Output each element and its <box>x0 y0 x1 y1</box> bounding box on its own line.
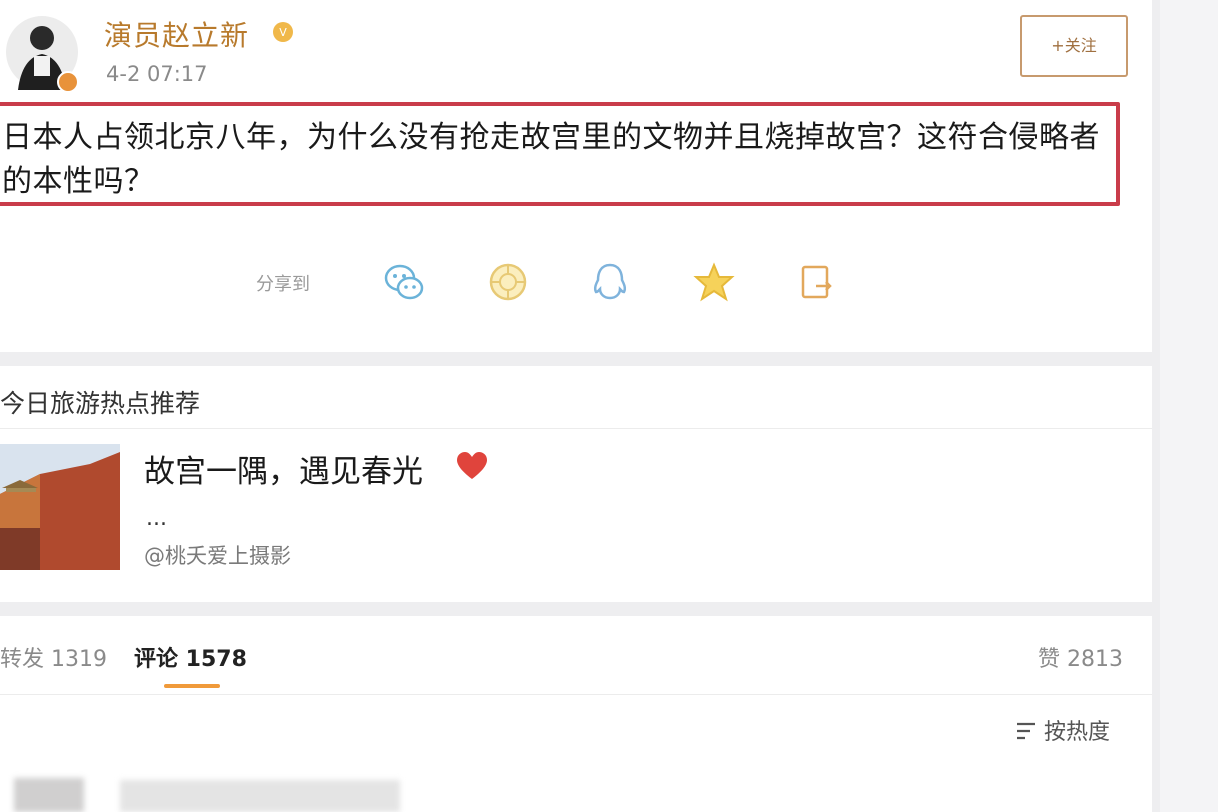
avatar[interactable] <box>4 10 80 94</box>
tab-comments[interactable]: 评论 1578 <box>134 641 247 673</box>
blurred-comment <box>120 780 400 812</box>
post-card: 演员赵立新 V 4-2 07:17 +关注 日本人占领北京八年，为什么没有抢走故… <box>0 0 1152 352</box>
divider <box>0 694 1152 695</box>
share-label: 分享到 <box>256 274 310 295</box>
username[interactable]: 演员赵立新 <box>104 14 249 54</box>
active-tab-indicator <box>164 684 220 688</box>
qq-icon[interactable] <box>588 260 632 304</box>
divider <box>0 428 1152 429</box>
sort-icon <box>1017 722 1035 740</box>
svg-text:V: V <box>279 26 287 39</box>
moments-icon[interactable] <box>486 260 530 304</box>
blurred-avatar <box>14 778 84 812</box>
tab-likes[interactable]: 赞 2813 <box>1038 641 1123 673</box>
right-margin <box>1160 0 1218 812</box>
post-timestamp: 4-2 07:17 <box>106 62 208 86</box>
qzone-icon[interactable] <box>692 260 736 304</box>
sort-by-hot-button[interactable]: 按热度 <box>1014 714 1110 746</box>
follow-button[interactable]: +关注 <box>1020 15 1128 77</box>
tab-repost[interactable]: 转发 1319 <box>0 641 107 673</box>
recommendation-title: 今日旅游热点推荐 <box>0 389 201 418</box>
wechat-icon[interactable] <box>382 260 426 304</box>
recommendation-author[interactable]: @桃夭爱上摄影 <box>144 540 291 570</box>
recommendation-headline[interactable]: 故宫一隅，遇见春光 <box>144 446 423 491</box>
recommendation-ellipsis: ... <box>146 506 167 531</box>
post-content: 日本人占领北京八年，为什么没有抢走故宫里的文物并且烧掉故宫？这符合侵略者的本性吗… <box>2 120 1100 199</box>
heart-icon <box>457 452 487 479</box>
copy-link-icon[interactable] <box>796 260 840 304</box>
vip-badge-icon: V <box>273 22 293 42</box>
recommendation-thumbnail[interactable] <box>0 444 120 570</box>
sort-label: 按热度 <box>1044 720 1111 745</box>
